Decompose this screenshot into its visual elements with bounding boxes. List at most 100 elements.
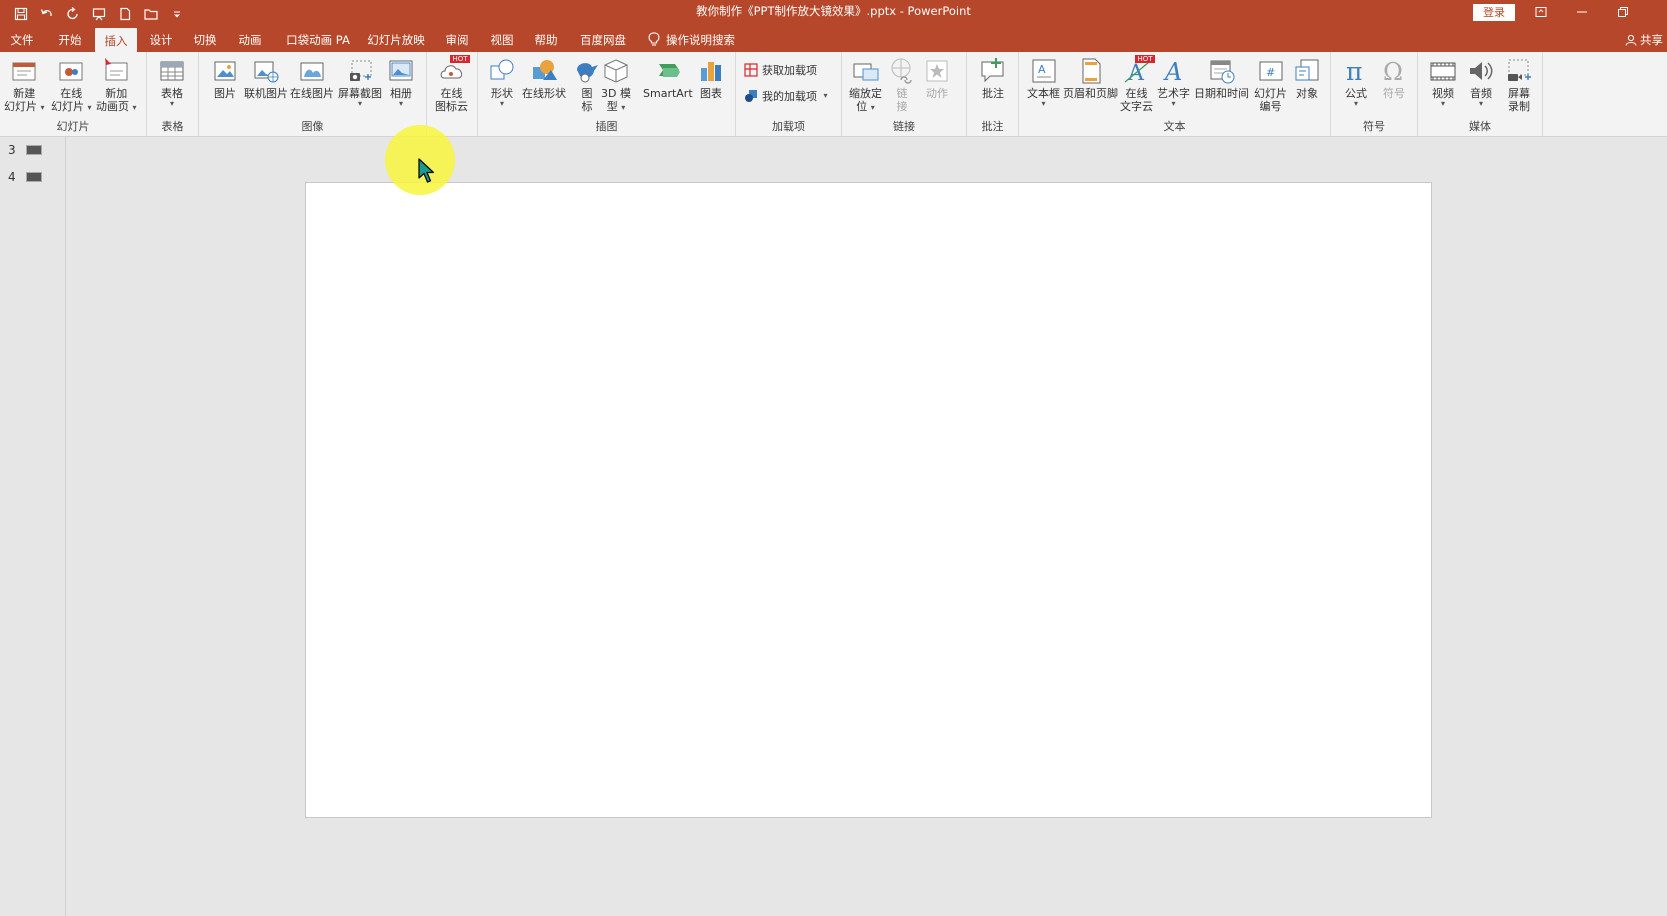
slide-thumbnail[interactable]: 4 <box>8 168 42 186</box>
textbox-caret: ▾ <box>1041 99 1046 108</box>
restore-icon[interactable] <box>1600 0 1646 23</box>
slide-canvas[interactable] <box>305 182 1432 818</box>
share-label: 共享 <box>1640 32 1663 47</box>
tab-insert[interactable]: 插入 <box>95 28 137 52</box>
tab-review[interactable]: 审阅 <box>439 27 475 52</box>
smartart-button[interactable]: SmartArt <box>643 56 693 100</box>
table-caret: ▾ <box>169 99 174 108</box>
tell-me-search[interactable]: 操作说明搜索 <box>648 27 735 52</box>
hot-badge: HOT <box>1135 55 1155 63</box>
cube-icon <box>604 59 628 83</box>
group-images: 图片 联机图片 在线图片 屏幕截图 ▾ 相册 ▾ 图像 <box>199 52 427 136</box>
my-addins-button[interactable]: 我的加载项 ▾ <box>744 88 828 104</box>
lightbulb-icon <box>648 32 660 46</box>
zoom-label-2: 位 ▾ <box>856 100 875 113</box>
share-button[interactable]: 共享 <box>1625 27 1663 52</box>
screen-record-label-1: 屏幕 <box>1508 87 1530 100</box>
tell-me-label: 操作说明搜索 <box>666 32 735 47</box>
video-icon <box>1430 62 1456 81</box>
datetime-label: 日期和时间 <box>1194 87 1249 100</box>
equation-button[interactable]: π 公式 ▾ <box>1341 56 1371 108</box>
zoom-icon <box>853 63 878 81</box>
ribbon-display-options-icon[interactable] <box>1518 0 1564 23</box>
login-button[interactable]: 登录 <box>1473 4 1515 21</box>
get-addins-button[interactable]: 获取加载项 <box>744 62 817 78</box>
zoom-button[interactable]: 缩放定 位 ▾ <box>849 56 882 113</box>
chart-label: 图表 <box>700 87 722 100</box>
minimize-icon[interactable] <box>1559 0 1605 23</box>
header-footer-button[interactable]: 页眉和页脚 <box>1063 56 1118 100</box>
tab-file[interactable]: 文件 <box>4 27 40 52</box>
tab-slideshow[interactable]: 幻灯片放映 <box>364 27 428 52</box>
textbox-button[interactable]: A 文本框 ▾ <box>1027 56 1060 108</box>
video-button[interactable]: 视频 ▾ <box>1428 56 1458 108</box>
ribbon-tab-bar: 文件 开始 插入 设计 切换 动画 口袋动画 PA 幻灯片放映 审阅 视图 帮助… <box>0 27 1667 52</box>
online-picture-button[interactable]: 联机图片 <box>244 56 288 100</box>
slide-thumbnail[interactable]: 3 <box>8 141 42 159</box>
symbol-button[interactable]: Ω 符号 <box>1379 56 1409 100</box>
tab-design[interactable]: 设计 <box>143 27 179 52</box>
online-pic2-button[interactable]: 在线图片 <box>290 56 334 100</box>
person-icon <box>1625 34 1637 46</box>
shapes-button[interactable]: 形状 ▾ <box>487 56 517 108</box>
screen-record-button[interactable]: 屏幕 录制 <box>1504 56 1534 113</box>
online-slide-button[interactable]: 在线 幻灯片 ▾ <box>51 56 92 113</box>
online-icon-cloud-button[interactable]: HOT 在线 图标云 <box>435 55 470 113</box>
slide-thumbnail-image <box>25 145 42 155</box>
datetime-button[interactable]: 日期和时间 <box>1194 56 1249 100</box>
new-anim-page-icon <box>105 58 128 81</box>
audio-button[interactable]: 音频 ▾ <box>1466 56 1496 108</box>
group-symbols: π 公式 ▾ Ω 符号 符号 <box>1331 52 1418 136</box>
tab-baidu-netdisk[interactable]: 百度网盘 <box>575 27 631 52</box>
slide-number-button[interactable]: # 幻灯片 编号 <box>1254 56 1287 113</box>
smartart-label: SmartArt <box>643 87 693 100</box>
link-button[interactable]: 链 接 <box>887 56 917 113</box>
new-anim-page-button[interactable]: 新加 动画页 ▾ <box>96 56 137 113</box>
album-button[interactable]: 相册 ▾ <box>386 56 416 108</box>
comment-button[interactable]: 批注 <box>978 56 1008 100</box>
group-icon-cloud: HOT 在线 图标云 <box>427 52 478 136</box>
wordart-button[interactable]: A 艺术字 ▾ <box>1157 56 1190 108</box>
tab-animations[interactable]: 动画 <box>232 27 268 52</box>
online-slide-label-1: 在线 <box>60 87 83 100</box>
online-text-cloud-button[interactable]: A HOT 在线 文字云 <box>1120 55 1155 113</box>
online-shapes-icon <box>533 60 557 80</box>
new-slide-button[interactable]: 新建 幻灯片 ▾ <box>4 56 45 113</box>
slide-thumbnail-pane[interactable]: 3 4 <box>0 137 66 916</box>
chart-button[interactable]: 图表 <box>696 56 726 100</box>
svg-text:π: π <box>1346 57 1362 86</box>
group-media: 视频 ▾ 音频 ▾ 屏幕 录制 媒体 <box>1418 52 1543 136</box>
tab-view[interactable]: 视图 <box>484 27 520 52</box>
online-text-cloud-label-2: 文字云 <box>1120 100 1153 113</box>
slide-number-icon: # <box>1259 61 1282 81</box>
wordart-icon: A <box>1163 58 1182 86</box>
hot-badge: HOT <box>450 55 470 63</box>
screenshot-button[interactable]: 屏幕截图 ▾ <box>338 56 382 108</box>
svg-text:Ω: Ω <box>1383 58 1403 86</box>
screenshot-caret: ▾ <box>357 99 362 108</box>
equation-caret: ▾ <box>1353 99 1358 108</box>
action-label: 动作 <box>926 87 948 100</box>
screen-record-label-2: 录制 <box>1508 100 1530 113</box>
shapes-caret: ▾ <box>499 99 504 108</box>
3d-model-label-1: 3D 模 <box>601 87 631 100</box>
group-label-media: 媒体 <box>1469 120 1491 133</box>
online-shapes-button[interactable]: 在线形状 <box>522 56 566 100</box>
table-icon <box>160 61 184 81</box>
album-caret: ▾ <box>398 99 403 108</box>
object-button[interactable]: 对象 <box>1292 56 1322 100</box>
tab-pocket-animation[interactable]: 口袋动画 PA <box>282 27 354 52</box>
3d-model-button[interactable]: 3D 模 型 ▾ <box>601 56 631 113</box>
icons-button[interactable]: 图 标 <box>572 56 602 113</box>
tab-home[interactable]: 开始 <box>52 27 88 52</box>
icons-icon <box>577 63 598 83</box>
action-button[interactable]: 动作 <box>922 56 952 100</box>
group-addins: 获取加载项 我的加载项 ▾ 加载项 <box>736 52 842 136</box>
table-button[interactable]: 表格 ▾ <box>157 56 187 108</box>
ribbon-insert: 新建 幻灯片 ▾ 在线 幻灯片 ▾ 新加 动画页 ▾ 幻灯片 表格 ▾ 表格 图… <box>0 52 1667 137</box>
picture-button[interactable]: 图片 <box>210 56 240 100</box>
tab-transitions[interactable]: 切换 <box>187 27 223 52</box>
title-bar: 教你制作《PPT制作放大镜效果》.pptx - PowerPoint 登录 <box>0 0 1667 27</box>
shapes-icon <box>490 59 514 80</box>
tab-help[interactable]: 帮助 <box>528 27 564 52</box>
